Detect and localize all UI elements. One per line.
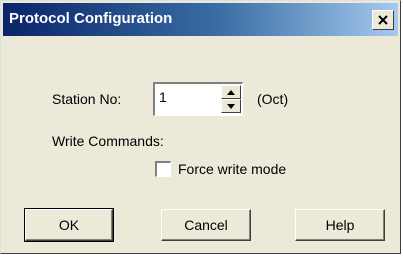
spin-down-button[interactable] — [221, 99, 241, 113]
spin-up-button[interactable] — [221, 85, 241, 99]
arrow-up-icon — [227, 89, 235, 95]
dialog-title: Protocol Configuration — [9, 10, 173, 27]
protocol-configuration-dialog: Protocol Configuration Station No: 1 (Oc… — [0, 0, 401, 254]
station-unit-label: (Oct) — [257, 91, 289, 107]
close-icon — [378, 15, 388, 25]
station-no-label: Station No: — [52, 91, 122, 107]
cancel-button[interactable]: Cancel — [161, 209, 251, 241]
station-no-spinbox[interactable]: 1 — [153, 82, 243, 116]
force-write-checkbox[interactable] — [155, 161, 171, 177]
close-button[interactable] — [372, 10, 394, 30]
write-commands-label: Write Commands: — [52, 133, 164, 149]
force-write-label[interactable]: Force write mode — [178, 161, 286, 177]
ok-button[interactable]: OK — [24, 208, 114, 242]
help-button[interactable]: Help — [295, 209, 385, 241]
station-no-input[interactable]: 1 — [159, 89, 167, 105]
title-bar[interactable]: Protocol Configuration — [3, 3, 398, 36]
arrow-down-icon — [227, 103, 235, 109]
